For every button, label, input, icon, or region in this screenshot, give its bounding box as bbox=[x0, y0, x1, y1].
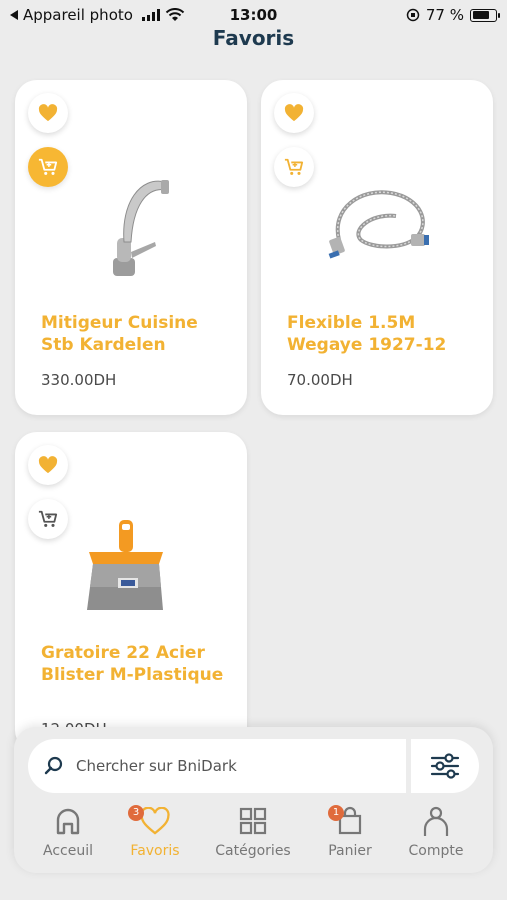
product-name[interactable]: Mitigeur Cuisine Stb Kardelen bbox=[41, 312, 233, 356]
favorite-button[interactable] bbox=[28, 445, 68, 485]
product-name[interactable]: Gratoire 22 Acier Blister M-Plastique bbox=[41, 642, 233, 686]
nav-item-acceuil[interactable]: Acceuil bbox=[23, 803, 113, 859]
screen: Appareil photo 13:00 77 % Favoris Mitige… bbox=[0, 0, 507, 900]
product-card[interactable]: Flexible 1.5M Wegaye 1927-12 70.00DH bbox=[261, 80, 493, 415]
product-image bbox=[87, 520, 163, 610]
product-price: 330.00DH bbox=[41, 371, 117, 389]
heart-icon bbox=[38, 456, 58, 474]
nav-item-compte[interactable]: Compte bbox=[391, 803, 481, 859]
sliders-icon bbox=[430, 753, 460, 779]
page-title: Favoris bbox=[212, 26, 295, 50]
nav-label: Favoris bbox=[130, 843, 180, 859]
grid-icon bbox=[239, 807, 267, 835]
filter-button[interactable] bbox=[411, 739, 479, 793]
nav-item-categories[interactable]: Catégories bbox=[208, 803, 298, 859]
product-price: 70.00DH bbox=[287, 371, 353, 389]
nav-item-panier[interactable]: 1 Panier bbox=[305, 803, 395, 859]
favorite-button[interactable] bbox=[274, 93, 314, 133]
home-icon bbox=[56, 808, 80, 835]
search-input[interactable]: Chercher sur BniDark bbox=[28, 739, 406, 793]
bottom-nav: Acceuil 3 Favoris Catégories 1 Panier Co… bbox=[14, 803, 493, 865]
nav-label: Catégories bbox=[215, 843, 291, 859]
user-icon bbox=[423, 806, 449, 836]
product-image bbox=[113, 180, 169, 276]
product-card[interactable]: Mitigeur Cuisine Stb Kardelen 330.00DH bbox=[15, 80, 247, 415]
favorite-button[interactable] bbox=[28, 93, 68, 133]
product-card[interactable]: Gratoire 22 Acier Blister M-Plastique 12… bbox=[15, 432, 247, 752]
search-icon bbox=[44, 756, 63, 775]
bottom-panel: Chercher sur BniDark Acceuil 3 Favoris C… bbox=[14, 727, 493, 873]
cart-count-badge: 1 bbox=[328, 805, 344, 821]
battery-icon bbox=[470, 8, 500, 22]
nav-label: Compte bbox=[408, 843, 464, 859]
product-name[interactable]: Flexible 1.5M Wegaye 1927-12 bbox=[287, 312, 479, 356]
battery-percent: 77 % bbox=[425, 6, 464, 24]
heart-icon bbox=[38, 104, 58, 122]
search-placeholder: Chercher sur BniDark bbox=[76, 757, 237, 775]
status-right: 77 % bbox=[406, 6, 500, 24]
nav-item-favoris[interactable]: 3 Favoris bbox=[110, 803, 200, 859]
product-image bbox=[328, 190, 429, 259]
heart-icon bbox=[284, 104, 304, 122]
nav-label: Panier bbox=[328, 843, 372, 859]
nav-label: Acceuil bbox=[43, 843, 93, 859]
orientation-lock-icon bbox=[406, 8, 420, 22]
favorites-count-badge: 3 bbox=[128, 805, 144, 821]
